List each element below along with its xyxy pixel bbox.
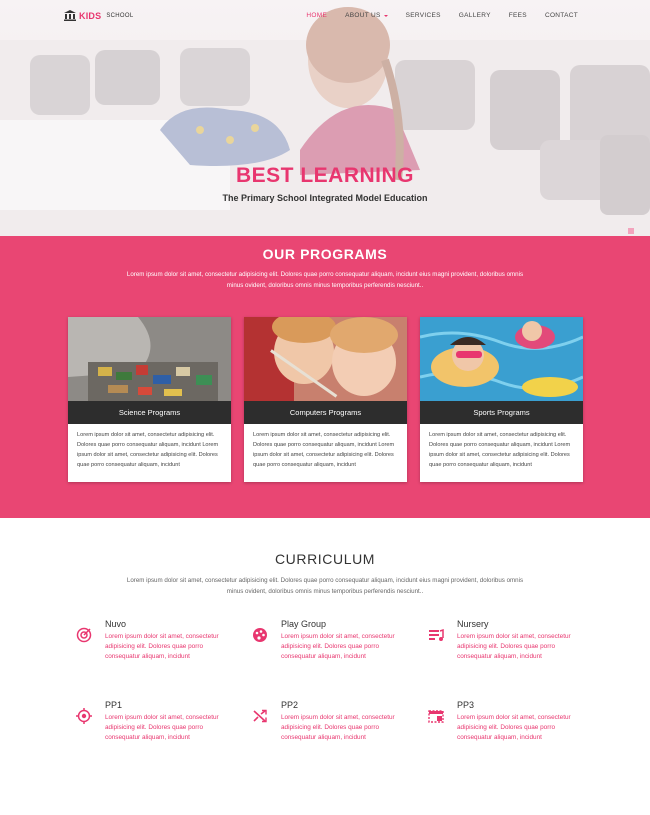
nav-fees[interactable]: FEES: [509, 12, 527, 19]
chevron-down-icon: [383, 14, 388, 17]
item-name: PP3: [457, 700, 475, 710]
card-text: Lorem ipsum dolor sit amet, consectetur …: [429, 432, 571, 468]
target-icon: [76, 627, 92, 643]
card-title: Computers Programs: [244, 401, 407, 424]
programs-intro: Lorem ipsum dolor sit amet, consectetur …: [126, 271, 524, 289]
program-card-computers[interactable]: Computers Programs Lorem ipsum dolor sit…: [244, 317, 407, 482]
curriculum-item-pp3[interactable]: PP3 Lorem ipsum dolor sit amet, consecte…: [428, 700, 578, 760]
school-icon: [64, 10, 76, 21]
hero-banner: BEST LEARNING The Primary School Integra…: [0, 0, 650, 236]
site-header: KIDS SCHOOL HOME ABOUT US SERVICES GALLE…: [0, 0, 650, 34]
curriculum-item-nursery[interactable]: Nursery Lorem ipsum dolor sit amet, cons…: [428, 619, 578, 679]
item-text: Lorem ipsum dolor sit amet, consectetur …: [457, 714, 571, 741]
curriculum-item-play-group[interactable]: Play Group Lorem ipsum dolor sit amet, c…: [252, 619, 402, 679]
programs-title: OUR PROGRAMS: [262, 246, 388, 262]
nav-about-us-label: ABOUT US: [345, 12, 381, 19]
nav-contact[interactable]: CONTACT: [545, 12, 578, 19]
hero-subtitle: The Primary School Integrated Model Educ…: [222, 193, 428, 203]
card-title: Science Programs: [68, 401, 231, 424]
programs-section: OUR PROGRAMS Lorem ipsum dolor sit amet,…: [0, 236, 650, 518]
nav-about-us[interactable]: ABOUT US: [345, 12, 388, 19]
curriculum-item-pp1[interactable]: PP1 Lorem ipsum dolor sit amet, consecte…: [76, 700, 226, 760]
item-text: Lorem ipsum dolor sit amet, consectetur …: [457, 633, 571, 660]
hero-title: BEST LEARNING: [235, 164, 414, 187]
curriculum-item-nuvo[interactable]: Nuvo Lorem ipsum dolor sit amet, consect…: [76, 619, 226, 679]
logo-suffix: SCHOOL: [106, 12, 134, 19]
logo-brand: KIDS: [79, 10, 102, 21]
item-text: Lorem ipsum dolor sit amet, consectetur …: [281, 633, 395, 660]
slider-indicator[interactable]: [628, 228, 634, 234]
item-text: Lorem ipsum dolor sit amet, consectetur …: [105, 714, 219, 741]
item-text: Lorem ipsum dolor sit amet, consectetur …: [281, 714, 395, 741]
playlist-icon: [429, 628, 444, 641]
science-image: [68, 317, 231, 401]
logo[interactable]: KIDS SCHOOL: [64, 10, 133, 21]
crosshair-icon: [76, 708, 92, 724]
card-text: Lorem ipsum dolor sit amet, consectetur …: [253, 432, 395, 468]
item-text: Lorem ipsum dolor sit amet, consectetur …: [105, 633, 219, 660]
main-nav: HOME ABOUT US SERVICES GALLERY FEES CONT…: [288, 12, 578, 19]
item-name: PP1: [105, 700, 123, 710]
shuffle-icon: [253, 709, 267, 723]
nav-gallery[interactable]: GALLERY: [459, 12, 491, 19]
item-name: Nuvo: [105, 619, 127, 629]
curriculum-item-pp2[interactable]: PP2 Lorem ipsum dolor sit amet, consecte…: [252, 700, 402, 760]
item-name: PP2: [281, 700, 299, 710]
program-card-sports[interactable]: Sports Programs Lorem ipsum dolor sit am…: [420, 317, 583, 482]
card-text: Lorem ipsum dolor sit amet, consectetur …: [77, 432, 219, 468]
nav-services[interactable]: SERVICES: [406, 12, 441, 19]
item-name: Nursery: [457, 619, 489, 629]
palette-icon: [253, 628, 267, 642]
item-name: Play Group: [281, 619, 327, 629]
program-card-science[interactable]: Science Programs Lorem ipsum dolor sit a…: [68, 317, 231, 482]
window-icon: [428, 710, 444, 723]
computers-image: [244, 317, 407, 401]
nav-home[interactable]: HOME: [306, 12, 327, 19]
curriculum-title: CURRICULUM: [274, 551, 376, 567]
curriculum-intro: Lorem ipsum dolor sit amet, consectetur …: [126, 577, 524, 595]
sports-image: [420, 317, 583, 401]
card-title: Sports Programs: [420, 401, 583, 424]
